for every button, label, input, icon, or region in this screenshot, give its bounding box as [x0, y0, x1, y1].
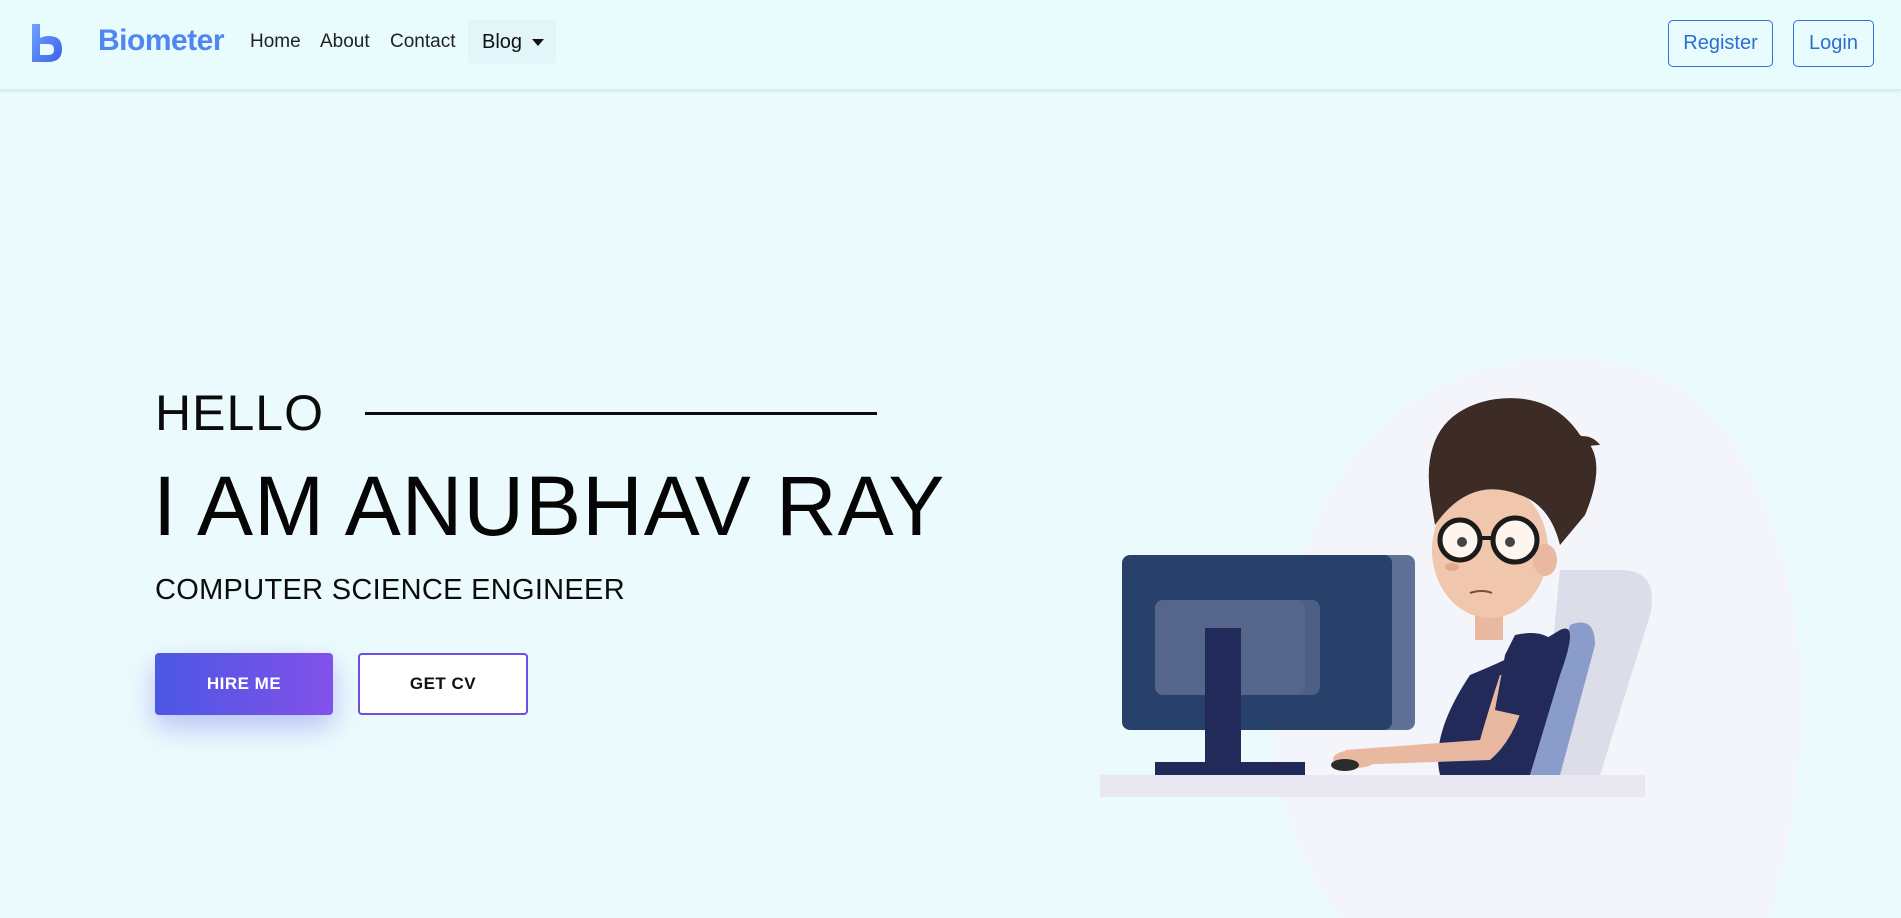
nav-link-home[interactable]: Home [250, 31, 301, 53]
hire-me-button[interactable]: HIRE ME [155, 653, 333, 715]
developer-illustration [1100, 358, 1801, 918]
mouse [1331, 759, 1359, 771]
caret-down-icon [532, 39, 544, 46]
hero-greeting: HELLO [155, 385, 324, 441]
nav-dropdown-blog[interactable]: Blog [468, 20, 556, 64]
eye-left [1457, 537, 1467, 547]
nose [1445, 563, 1459, 571]
login-button[interactable]: Login [1793, 20, 1874, 67]
brand-name[interactable]: Biometer [98, 24, 225, 58]
monitor-stand [1205, 628, 1241, 768]
desk [1100, 775, 1645, 797]
register-button[interactable]: Register [1668, 20, 1773, 67]
hero-name: I AM ANUBHAV RAY [153, 459, 946, 553]
nav-link-contact[interactable]: Contact [390, 31, 455, 53]
logo-b-icon[interactable] [30, 22, 64, 64]
nav-dropdown-label: Blog [482, 31, 523, 53]
hero-subtitle: COMPUTER SCIENCE ENGINEER [155, 574, 625, 606]
eye-right [1505, 537, 1515, 547]
nav-link-about[interactable]: About [320, 31, 370, 53]
glasses-right [1490, 515, 1540, 565]
get-cv-button[interactable]: GET CV [358, 653, 528, 715]
top-navbar: Biometer Home About Contact Blog Registe… [0, 0, 1901, 90]
greeting-divider-line [365, 412, 877, 415]
keyboard-base [1155, 762, 1305, 775]
